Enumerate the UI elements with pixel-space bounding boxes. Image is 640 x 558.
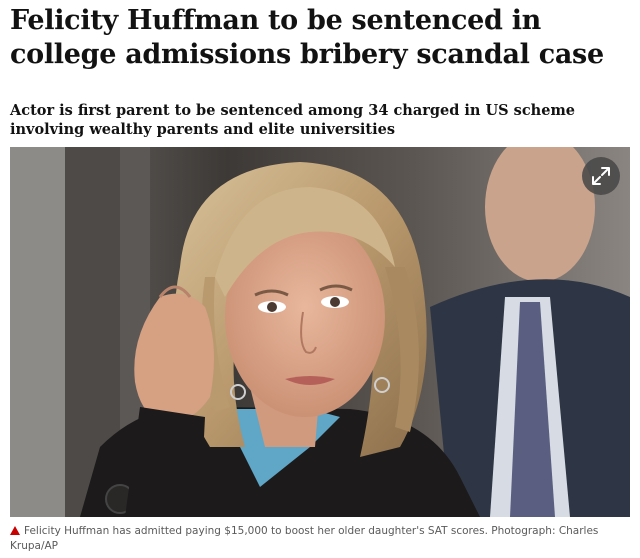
article-standfirst: Actor is first parent to be sentenced am… xyxy=(10,102,576,138)
article-headline: Felicity Huffman to be sentenced in coll… xyxy=(10,5,604,70)
photo-caption: Felicity Huffman has admitted paying $15… xyxy=(10,524,630,554)
caption-triangle-icon xyxy=(10,526,20,535)
photo-illustration xyxy=(10,147,630,517)
article-photo[interactable] xyxy=(10,147,630,517)
photo-caption-text: Felicity Huffman has admitted paying $15… xyxy=(10,525,599,552)
expand-arrows-icon xyxy=(592,167,610,185)
expand-image-button[interactable] xyxy=(582,157,620,195)
